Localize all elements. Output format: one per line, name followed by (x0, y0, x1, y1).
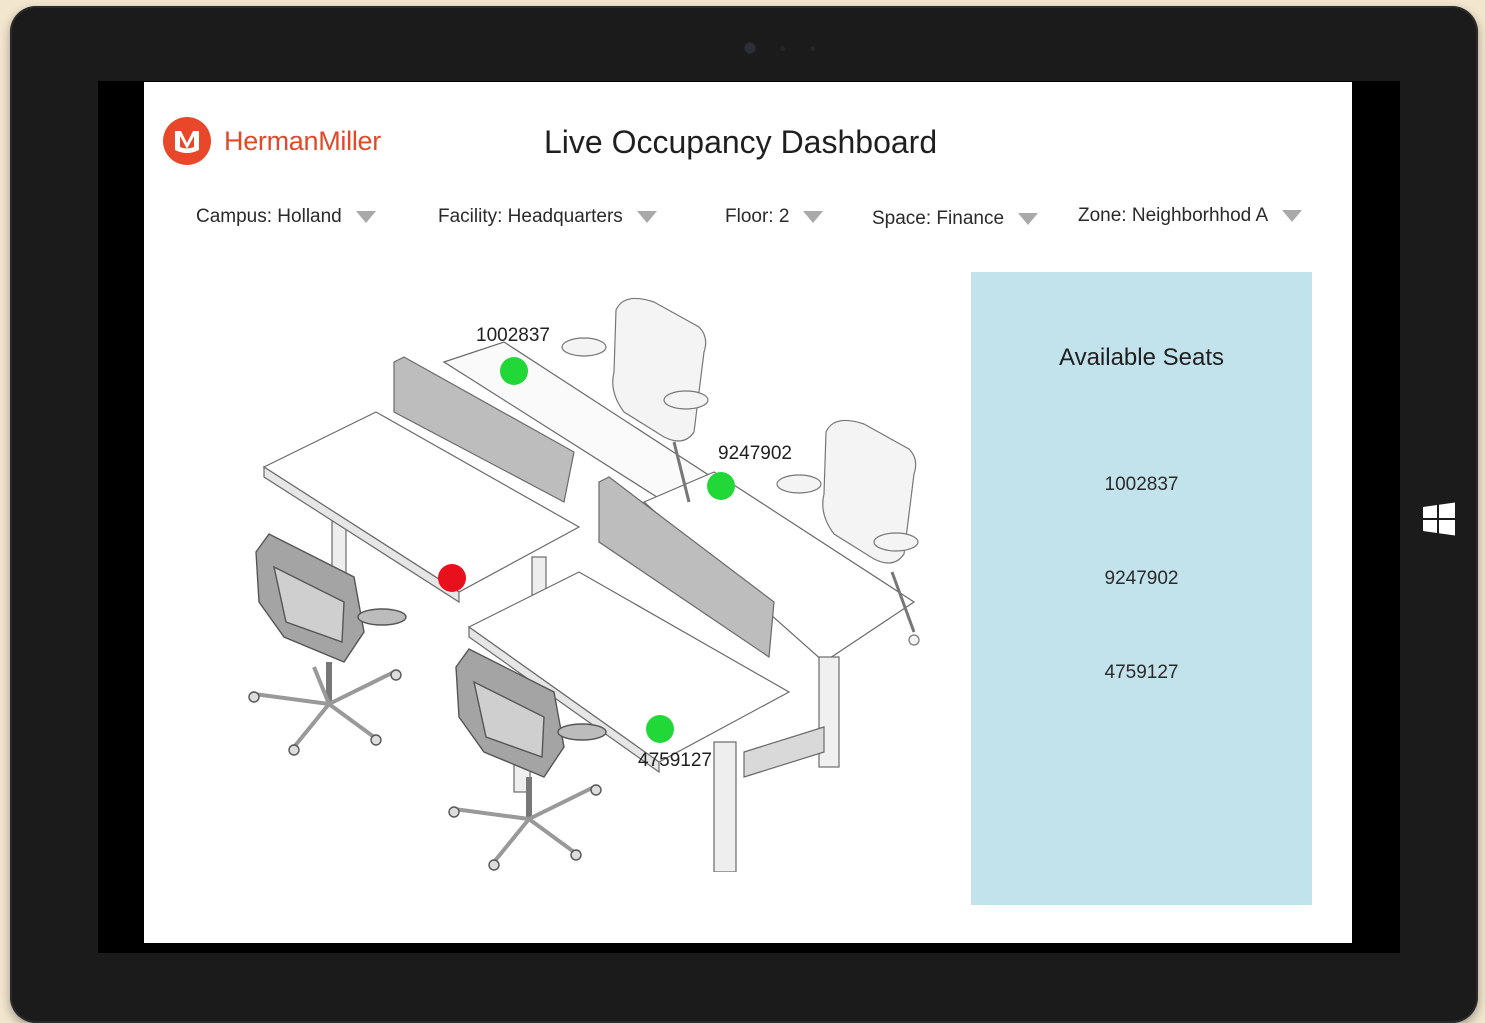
chevron-down-icon (636, 211, 657, 223)
page-title: Live Occupancy Dashboard (544, 124, 938, 160)
seat-marker-available[interactable] (707, 472, 735, 500)
camera-icon (745, 43, 755, 53)
space-filter-dropdown[interactable]: Space: Finance (872, 208, 1039, 230)
available-seat-item[interactable]: 9247902 (971, 568, 1312, 590)
panel-title: Available Seats (1059, 344, 1224, 371)
floor-filter-label: Floor: 2 (725, 206, 790, 227)
seat-label: 9247902 (718, 443, 792, 464)
available-seat-item[interactable]: 4759127 (971, 662, 1312, 684)
available-seats-panel: Available Seats 1002837 9247902 4759127 (971, 272, 1312, 905)
seat-marker-occupied[interactable] (438, 564, 466, 592)
seat-label: 1002837 (476, 325, 550, 346)
app-screen: HermanMiller Live Occupancy Dashboard Ca… (144, 82, 1352, 943)
zone-filter-dropdown[interactable]: Zone: Neighborhhod A (1078, 205, 1303, 227)
tablet-frame: HermanMiller Live Occupancy Dashboard Ca… (10, 6, 1478, 1023)
chevron-down-icon (803, 211, 824, 223)
floor-filter-dropdown[interactable]: Floor: 2 (725, 206, 824, 228)
zone-filter-label: Zone: Neighborhhod A (1078, 205, 1269, 226)
space-filter-label: Space: Finance (872, 208, 1005, 229)
facility-filter-dropdown[interactable]: Facility: Headquarters (438, 206, 657, 228)
seat-marker-available[interactable] (646, 715, 674, 743)
chevron-down-icon (355, 211, 376, 223)
workstation-diagram: 1002837 9247902 4759127 (214, 272, 934, 873)
brand-logo: HermanMiller (162, 116, 381, 166)
campus-filter-label: Campus: Holland (196, 206, 342, 227)
seat-markers (438, 357, 735, 743)
available-seat-item[interactable]: 1002837 (971, 474, 1312, 496)
windows-logo-icon[interactable] (1421, 501, 1457, 537)
sensor-dot (780, 46, 785, 51)
chevron-down-icon (1282, 210, 1303, 222)
seat-marker-available[interactable] (500, 357, 528, 385)
brand-name: HermanMiller (224, 125, 381, 156)
facility-filter-label: Facility: Headquarters (438, 206, 623, 227)
seat-label: 4759127 (638, 750, 712, 771)
chevron-down-icon (1018, 213, 1039, 225)
sensor-dot (810, 46, 815, 51)
herman-miller-logo-icon (163, 117, 211, 165)
campus-filter-dropdown[interactable]: Campus: Holland (196, 206, 376, 228)
